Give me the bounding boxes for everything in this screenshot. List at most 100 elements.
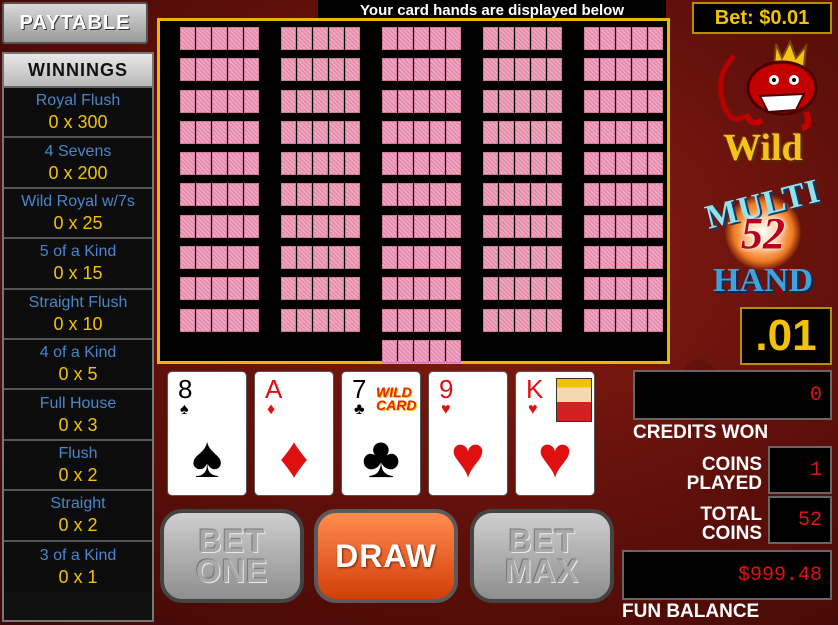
mini-hand bbox=[382, 246, 462, 270]
card-back-icon bbox=[329, 308, 344, 332]
card-back-icon bbox=[414, 58, 429, 82]
card-back-icon bbox=[244, 214, 259, 238]
card-back-icon bbox=[281, 246, 296, 270]
card-back-icon bbox=[430, 246, 445, 270]
card-back-icon bbox=[600, 27, 615, 50]
card-back-icon bbox=[313, 246, 328, 270]
mini-hand bbox=[382, 27, 462, 50]
card-back-icon bbox=[430, 89, 445, 113]
card-back-icon bbox=[313, 152, 328, 176]
card-back-icon bbox=[547, 183, 562, 207]
card-3[interactable]: 7 ♣ WILD CARD ♣ bbox=[341, 371, 421, 496]
card-back-icon bbox=[180, 277, 195, 301]
card-back-icon bbox=[382, 246, 397, 270]
card-back-icon bbox=[616, 27, 631, 50]
card-back-icon bbox=[382, 58, 397, 82]
mini-hand bbox=[281, 214, 361, 238]
card-back-icon bbox=[499, 89, 514, 113]
card-back-icon bbox=[382, 89, 397, 113]
card-back-icon bbox=[632, 27, 647, 50]
wild-logo-text: Wild bbox=[723, 127, 803, 169]
hand-name: 5 of a Kind bbox=[39, 243, 117, 261]
mini-hand bbox=[281, 89, 361, 113]
card-back-icon bbox=[616, 246, 631, 270]
draw-button[interactable]: DRAW bbox=[314, 509, 458, 603]
card-back-icon bbox=[430, 308, 445, 332]
card-back-icon bbox=[531, 89, 546, 113]
card-back-icon bbox=[616, 152, 631, 176]
coins-played-value: 1 bbox=[768, 446, 832, 494]
card-back-icon bbox=[414, 214, 429, 238]
mini-hand bbox=[180, 308, 260, 332]
card-back-icon bbox=[297, 58, 312, 82]
card-back-icon bbox=[584, 308, 599, 332]
card-back-icon bbox=[531, 308, 546, 332]
hands-message: Your card hands are displayed below bbox=[318, 0, 666, 20]
card-back-icon bbox=[345, 58, 360, 82]
card-back-icon bbox=[244, 152, 259, 176]
bet-one-label-line2: ONE bbox=[195, 553, 269, 589]
card-back-icon bbox=[329, 89, 344, 113]
card-back-icon bbox=[483, 89, 498, 113]
card-back-icon bbox=[196, 246, 211, 270]
card-back-icon bbox=[531, 183, 546, 207]
hand-column bbox=[382, 27, 462, 371]
diamond-icon: ♦ bbox=[267, 401, 276, 418]
card-back-icon bbox=[648, 183, 663, 207]
card-back-icon bbox=[446, 246, 461, 270]
card-back-icon bbox=[446, 120, 461, 144]
mini-hand bbox=[281, 152, 361, 176]
card-back-icon bbox=[398, 308, 413, 332]
card-5[interactable]: K ♥ ♥ bbox=[515, 371, 595, 496]
card-back-icon bbox=[196, 120, 211, 144]
card-back-icon bbox=[499, 27, 514, 50]
mini-hand bbox=[180, 246, 260, 270]
card-back-icon bbox=[244, 308, 259, 332]
card-back-icon bbox=[483, 120, 498, 144]
hand-name: Flush bbox=[58, 444, 98, 462]
card-back-icon bbox=[196, 89, 211, 113]
mini-hand bbox=[584, 152, 664, 176]
card-back-icon bbox=[382, 308, 397, 332]
card-back-icon bbox=[196, 183, 211, 207]
bet-one-button[interactable]: BET ONE bbox=[160, 509, 304, 603]
card-back-icon bbox=[297, 152, 312, 176]
card-back-icon bbox=[499, 308, 514, 332]
mini-hand bbox=[281, 246, 361, 270]
card-back-icon bbox=[382, 183, 397, 207]
mini-hand bbox=[483, 246, 563, 270]
card-back-icon bbox=[398, 152, 413, 176]
card-back-icon bbox=[212, 308, 227, 332]
bet-max-button[interactable]: BET MAX bbox=[470, 509, 614, 603]
mini-hand bbox=[584, 308, 664, 332]
card-back-icon bbox=[600, 120, 615, 144]
hand-payout: 0 x 2 bbox=[58, 515, 98, 536]
mini-hand bbox=[483, 214, 563, 238]
coins-played-label-line1: COINS bbox=[701, 454, 762, 475]
card-back-icon bbox=[515, 246, 530, 270]
card-back-icon bbox=[483, 277, 498, 301]
card-back-icon bbox=[584, 120, 599, 144]
card-back-icon bbox=[212, 89, 227, 113]
card-back-icon bbox=[515, 214, 530, 238]
mini-hand bbox=[483, 183, 563, 207]
card-back-icon bbox=[531, 246, 546, 270]
card-back-icon bbox=[483, 246, 498, 270]
hand-payout: 0 x 25 bbox=[53, 212, 103, 233]
winnings-header: WINNINGS bbox=[4, 54, 152, 88]
denomination-button[interactable]: .01 bbox=[740, 307, 832, 365]
card-2[interactable]: A ♦ ♦ bbox=[254, 371, 334, 496]
card-back-icon bbox=[616, 214, 631, 238]
mini-hand bbox=[382, 308, 462, 332]
card-back-icon bbox=[499, 214, 514, 238]
paytable-button[interactable]: PAYTABLE bbox=[2, 2, 148, 44]
card-back-icon bbox=[414, 152, 429, 176]
card-back-icon bbox=[515, 183, 530, 207]
card-4[interactable]: 9 ♥ ♥ bbox=[428, 371, 508, 496]
card-back-icon bbox=[446, 308, 461, 332]
heart-icon: ♥ bbox=[537, 425, 573, 490]
card-back-icon bbox=[180, 27, 195, 50]
card-back-icon bbox=[430, 27, 445, 50]
card-back-icon bbox=[632, 246, 647, 270]
card-1[interactable]: 8 ♠ ♠ bbox=[167, 371, 247, 496]
